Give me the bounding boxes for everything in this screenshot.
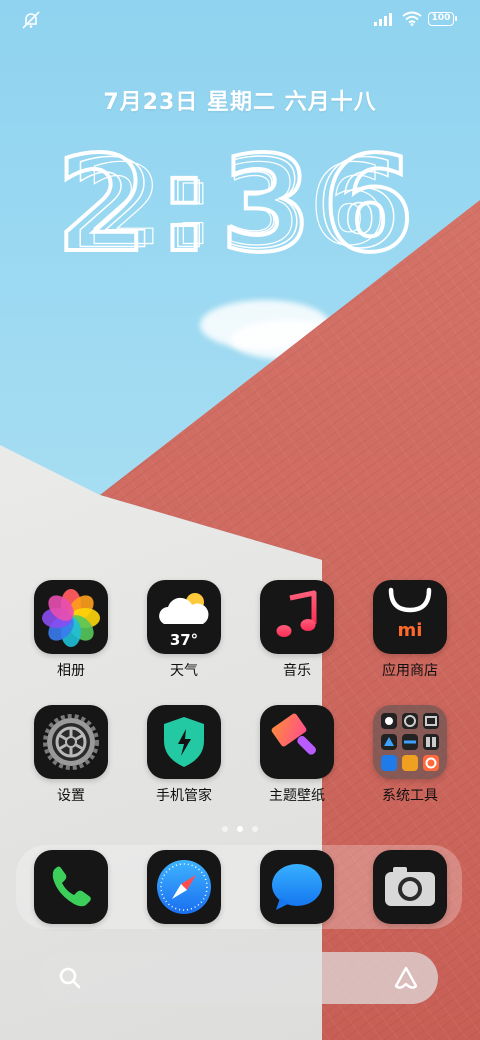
app-app-store[interactable]: mi 应用商店 [365, 580, 455, 680]
search-input[interactable] [96, 964, 380, 994]
theme-brush-icon [260, 705, 334, 779]
browser-compass-icon [147, 850, 221, 924]
app-security[interactable]: 手机管家 [139, 705, 229, 805]
folder-icon [373, 705, 447, 779]
app-weather[interactable]: 37° 天气 [139, 580, 229, 680]
lockscreen-date: 7月23日 星期二 六月十八 [103, 90, 377, 115]
app-label: 系统工具 [382, 788, 438, 804]
app-gallery[interactable]: 相册 [26, 580, 116, 680]
app-themes[interactable]: 主题壁纸 [252, 705, 342, 805]
assistant-icon[interactable] [392, 964, 420, 996]
photos-icon [34, 580, 108, 654]
app-label: 相册 [57, 663, 85, 679]
weather-temperature: 37° [169, 631, 199, 649]
camera-icon [373, 850, 447, 924]
app-label: 音乐 [283, 663, 311, 679]
dock-camera[interactable] [365, 850, 455, 924]
music-icon [260, 580, 334, 654]
page-dot[interactable] [222, 826, 228, 832]
settings-gear-icon [34, 705, 108, 779]
app-store-mi-badge: mi [397, 620, 423, 641]
app-folder-system-tools[interactable]: 系统工具 [365, 705, 455, 805]
lockscreen-clock: 2:36 2:36 2:36 [54, 126, 420, 284]
status-bar: 100 [0, 0, 480, 40]
app-label: 天气 [170, 663, 198, 679]
svg-text:2:36: 2:36 [85, 141, 394, 270]
search-bar[interactable] [40, 952, 438, 1004]
dock-messages[interactable] [252, 850, 342, 924]
app-music[interactable]: 音乐 [252, 580, 342, 680]
weather-icon: 37° [147, 580, 221, 654]
search-icon[interactable] [58, 966, 82, 994]
dock-browser[interactable] [139, 850, 229, 924]
app-label: 主题壁纸 [269, 788, 325, 804]
wifi-icon [402, 11, 422, 26]
messages-icon [260, 850, 334, 924]
signal-bars-icon [374, 12, 392, 26]
page-dot[interactable] [252, 826, 258, 832]
app-label: 设置 [57, 788, 85, 804]
app-settings[interactable]: 设置 [26, 705, 116, 805]
security-shield-icon [147, 705, 221, 779]
app-label: 手机管家 [156, 788, 212, 804]
dock-phone[interactable] [26, 850, 116, 924]
app-label: 应用商店 [382, 663, 438, 679]
battery-indicator: 100 [428, 11, 457, 26]
page-dot-active[interactable] [237, 826, 243, 832]
no-notifications-icon [20, 10, 42, 34]
page-indicator [0, 826, 480, 832]
app-store-icon: mi [373, 580, 447, 654]
phone-icon [34, 850, 108, 924]
status-indicators: 100 [374, 11, 457, 26]
